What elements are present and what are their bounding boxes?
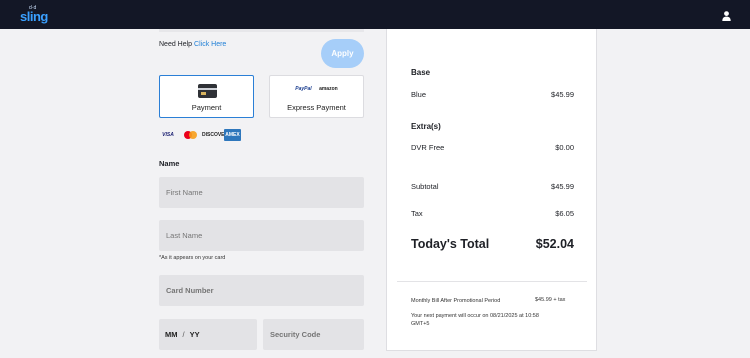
expiry-month: MM — [165, 330, 178, 339]
name-section-label: Name — [159, 159, 180, 168]
help-text: Need Help Click Here — [159, 41, 226, 48]
extra-price: $0.00 — [555, 143, 574, 152]
monthly-bill-value: $45.99 + tax — [535, 297, 566, 303]
name-hint: *As it appears on your card — [159, 255, 226, 261]
extra-name: DVR Free — [411, 143, 445, 152]
express-payment-card[interactable]: PayPal amazon Express Payment — [269, 75, 364, 118]
next-payment-line-1: Your next payment will occur on 08/21/20… — [411, 313, 539, 319]
amazon-logo: amazon — [319, 86, 338, 92]
mastercard-icon — [182, 129, 198, 141]
base-plan-name: Blue — [411, 90, 427, 99]
help-link[interactable]: Click Here — [194, 41, 226, 48]
tax-value: $6.05 — [555, 209, 574, 218]
total-label: Today's Total — [411, 237, 490, 251]
first-name-input[interactable] — [159, 177, 364, 208]
user-icon[interactable] — [722, 11, 731, 21]
total-value: $52.04 — [535, 237, 574, 251]
express-payment-label: Express Payment — [287, 103, 346, 112]
base-plan-price: $45.99 — [551, 90, 574, 99]
payment-method-label: Payment — [191, 103, 222, 112]
card-number-input[interactable] — [159, 275, 364, 306]
expiry-date-input[interactable]: MM / YY — [159, 319, 257, 350]
paypal-logo: PayPal — [295, 86, 312, 92]
summary-divider — [397, 281, 587, 282]
expiry-separator: / — [182, 330, 185, 339]
extra-line-item: DVR Free $0.00 — [411, 143, 574, 152]
subtotal-value: $45.99 — [551, 182, 574, 191]
expiry-year: YY — [189, 330, 200, 339]
base-heading: Base — [411, 68, 431, 77]
monthly-bill-label: Monthly Bill After Promotional Period — [411, 298, 501, 304]
extras-heading: Extra(s) — [411, 122, 441, 131]
help-prefix: Need Help — [159, 41, 193, 48]
amex-icon: AMEX — [224, 129, 241, 141]
security-code-input[interactable] — [263, 319, 364, 350]
wallet-logos: PayPal amazon — [270, 86, 363, 92]
apply-button[interactable]: Apply — [321, 39, 364, 68]
next-payment-text: Your next payment will occur on 08/21/20… — [411, 312, 539, 328]
credit-card-icon — [198, 84, 217, 98]
subtotal-label: Subtotal — [411, 182, 439, 191]
sling-logo[interactable]: d·d sling — [20, 6, 48, 24]
tax-label: Tax — [411, 209, 423, 218]
tax-row: Tax $6.05 — [411, 209, 574, 218]
visa-icon: VISA — [162, 132, 174, 138]
logo-wordmark: sling — [20, 9, 48, 24]
promo-field-edge — [159, 29, 364, 32]
top-bar: d·d sling — [0, 0, 750, 29]
discover-icon: DISCOVER — [202, 132, 229, 138]
subtotal-row: Subtotal $45.99 — [411, 182, 574, 191]
next-payment-line-2: GMT+5 — [411, 321, 430, 327]
total-row: Today's Total $52.04 — [411, 237, 574, 251]
payment-form: Need Help Click Here Apply Payment PayPa… — [159, 29, 369, 358]
last-name-input[interactable] — [159, 220, 364, 251]
payment-method-card[interactable]: Payment — [159, 75, 254, 118]
base-line-item: Blue $45.99 — [411, 90, 574, 99]
order-summary: Base Blue $45.99 Extra(s) DVR Free $0.00… — [386, 29, 597, 351]
card-brand-logos: VISA DISCOVER AMEX — [159, 129, 249, 141]
